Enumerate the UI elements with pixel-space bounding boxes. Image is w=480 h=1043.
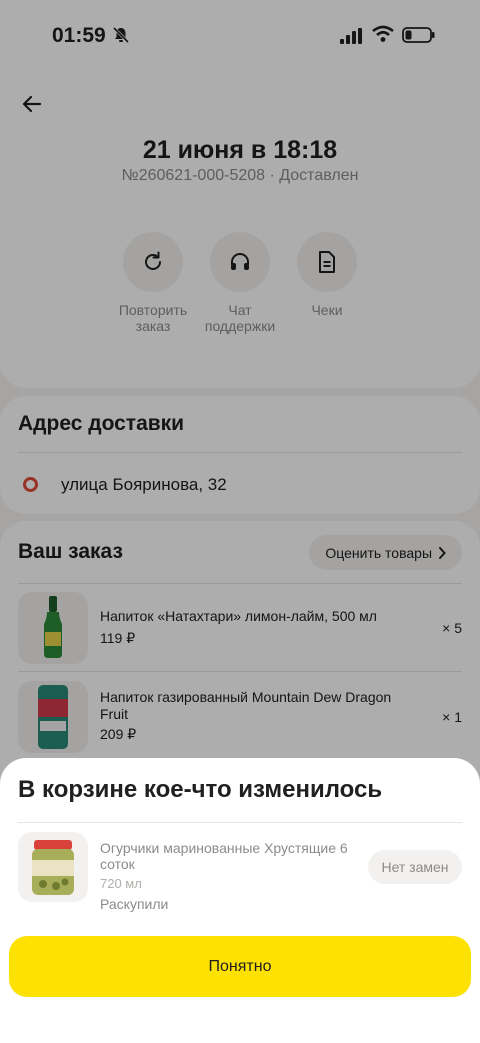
product-image [18,832,88,902]
removed-product-status: Раскупили [100,896,169,912]
cart-changed-sheet: В корзине кое-что изменилось Огурчики ма… [0,758,480,1043]
removed-product-name: Огурчики маринованные Хрустящие 6 соток [100,840,348,872]
divider [18,822,462,823]
sheet-title: В корзине кое-что изменилось [18,776,383,803]
removed-product-volume: 720 мл [100,876,142,891]
no-substitute-button[interactable]: Нет замен [368,850,462,884]
confirm-button[interactable]: Понятно [9,936,471,997]
